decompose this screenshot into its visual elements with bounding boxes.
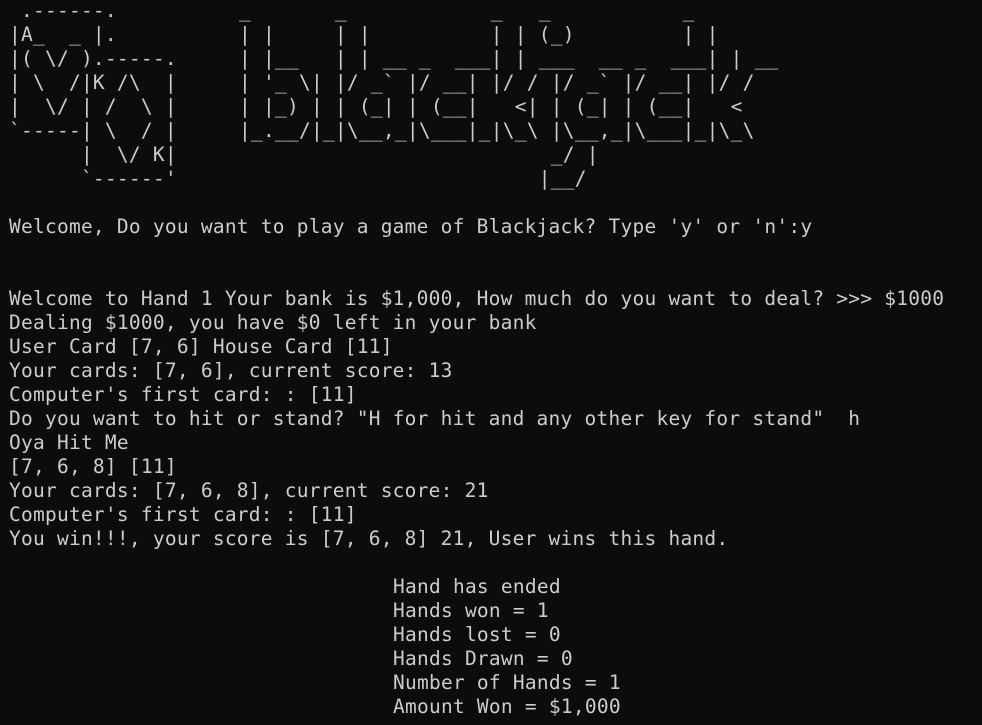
cards-after-hit-line: [7, 6, 8] [11]	[9, 455, 177, 478]
hands-lost-line: Hands lost = 0	[393, 623, 561, 646]
user-house-cards-line: User Card [7, 6] House Card [11]	[9, 335, 393, 358]
number-of-hands-line: Number of Hands = 1	[393, 671, 621, 694]
hand-bet-prompt: Welcome to Hand 1 Your bank is $1,000, H…	[9, 287, 945, 310]
playing-card-ascii-art: .------. |A_ _ |. |( \/ ).-----. | \ /|K…	[9, 0, 177, 190]
dealing-line: Dealing $1000, you have $0 left in your …	[9, 311, 537, 334]
amount-won-line: Amount Won = $1,000	[393, 695, 621, 718]
welcome-prompt: Welcome, Do you want to play a game of B…	[9, 215, 813, 238]
computer-first-card-line: Computer's first card: : [11]	[9, 503, 357, 526]
your-cards-line: Your cards: [7, 6, 8], current score: 21	[9, 479, 489, 502]
blackjack-title-ascii-art: _ _ _ _ _ | | | | | | (_) | | | |__ | | …	[239, 0, 779, 190]
hands-drawn-line: Hands Drawn = 0	[393, 647, 573, 670]
your-cards-line: Your cards: [7, 6], current score: 13	[9, 359, 453, 382]
hand-ended-line: Hand has ended	[393, 575, 561, 598]
hands-won-line: Hands won = 1	[393, 599, 549, 622]
terminal-window[interactable]: .------. |A_ _ |. |( \/ ).-----. | \ /|K…	[0, 0, 982, 725]
win-message: You win!!!, your score is [7, 6, 8] 21, …	[9, 527, 729, 550]
ascii-banner: .------. |A_ _ |. |( \/ ).-----. | \ /|K…	[9, 0, 982, 191]
hand-summary: Hand has ended Hands won = 1 Hands lost …	[393, 575, 982, 719]
hit-or-stand-prompt: Do you want to hit or stand? "H for hit …	[9, 407, 861, 430]
hit-me-line: Oya Hit Me	[9, 431, 129, 454]
computer-first-card-line: Computer's first card: : [11]	[9, 383, 357, 406]
